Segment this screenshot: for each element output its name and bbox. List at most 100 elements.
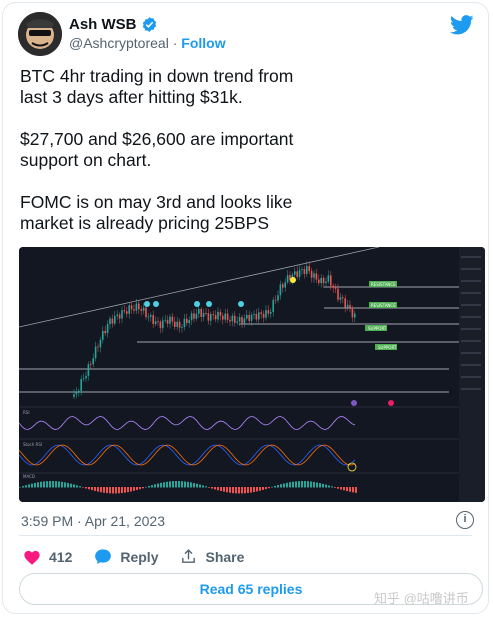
candle-body — [92, 358, 94, 365]
candle-body — [138, 303, 140, 310]
author-name[interactable]: Ash WSB — [69, 16, 137, 33]
macd-bar — [49, 481, 51, 488]
macd-bar — [70, 483, 72, 488]
candle-body — [75, 391, 78, 395]
candle-body — [286, 275, 289, 283]
candle-body — [152, 315, 154, 325]
candle-body — [277, 295, 279, 301]
macd-bar — [250, 487, 252, 493]
macd-bar — [283, 483, 285, 488]
candle-body — [171, 316, 174, 322]
macd-bar — [262, 487, 264, 490]
macd-bar — [271, 486, 273, 488]
macd-bar — [196, 483, 198, 488]
macd-bar — [259, 487, 261, 491]
macd-bar — [139, 487, 141, 490]
candle-body — [186, 318, 188, 324]
candle-body — [322, 277, 325, 284]
macd-bar — [301, 481, 303, 488]
macd-bar — [19, 487, 21, 488]
candle-body — [258, 312, 260, 320]
twitter-bird-icon[interactable] — [450, 15, 474, 35]
macd-bar — [325, 484, 327, 488]
macd-bar — [160, 482, 162, 488]
tweet-text: BTC 4hr trading in down trend from last … — [20, 66, 320, 255]
candle-body — [303, 269, 306, 274]
chart-image[interactable]: RESISTANCE RESISTANCE SUPPORT SUPPORT RS… — [19, 247, 485, 502]
candle-body — [82, 378, 85, 380]
candle-body — [73, 394, 75, 397]
candle-body — [260, 312, 262, 314]
candle-body — [97, 346, 99, 348]
trading-chart-graphic: RESISTANCE RESISTANCE SUPPORT SUPPORT RS… — [19, 247, 485, 502]
macd-bar — [52, 481, 54, 488]
candle-body — [200, 308, 202, 317]
macd-bar — [79, 486, 81, 488]
macd-bar — [295, 481, 297, 488]
candle-body — [214, 315, 217, 320]
author-handle[interactable]: @Ashcryptoreal — [69, 35, 169, 51]
candle-body — [121, 310, 123, 319]
follow-button[interactable]: Follow — [181, 35, 225, 51]
macd-bar — [178, 481, 180, 488]
candle-body — [217, 311, 219, 320]
candle-body — [188, 320, 190, 324]
macd-bar — [61, 481, 63, 488]
macd-bar — [199, 484, 201, 488]
candle-body — [106, 324, 109, 334]
candle-body — [123, 310, 126, 312]
candle-body — [315, 273, 318, 280]
macd-bar — [28, 484, 30, 488]
candle-body — [109, 318, 111, 325]
reply-button[interactable]: Reply — [94, 548, 158, 565]
candle-body — [284, 282, 286, 288]
info-icon[interactable]: i — [456, 511, 474, 529]
macd-bar — [292, 481, 294, 488]
candle-body — [229, 319, 231, 322]
macd-bar — [355, 487, 357, 493]
macd-bar — [142, 487, 144, 489]
macd-bar — [82, 487, 84, 488]
candle-body — [296, 271, 298, 277]
reply-label: Reply — [120, 548, 159, 565]
candle-body — [313, 273, 315, 278]
macd-bar — [253, 487, 255, 493]
candle-body — [272, 299, 274, 312]
macd-bar — [130, 487, 132, 492]
candle-body — [351, 308, 354, 318]
handle-separator: · — [172, 35, 178, 51]
candle-body — [282, 284, 284, 288]
macd-bar — [247, 487, 249, 494]
candle-body — [102, 330, 104, 340]
macd-bar — [277, 485, 279, 488]
candle-body — [142, 307, 145, 311]
macd-bar — [181, 481, 183, 488]
like-button[interactable]: 412 — [23, 549, 72, 565]
candle-body — [85, 375, 87, 379]
macd-bar — [124, 487, 126, 493]
candle-body — [342, 297, 344, 299]
candle-body — [332, 285, 334, 288]
candle-body — [190, 313, 193, 321]
avatar[interactable] — [18, 12, 62, 56]
macd-bar — [187, 481, 189, 488]
candle-body — [162, 320, 164, 329]
share-button[interactable]: Share — [180, 548, 244, 565]
macd-bar — [163, 482, 165, 488]
candle-body — [202, 312, 205, 317]
macd-bar — [55, 481, 57, 488]
candle-body — [253, 314, 255, 315]
macd-bar — [322, 483, 324, 488]
tweet-timestamp[interactable]: 3:59 PM · Apr 21, 2023 — [21, 513, 165, 529]
candle-body — [325, 281, 327, 284]
macd-bar — [328, 485, 330, 488]
heart-icon — [24, 550, 40, 565]
macd-bar — [346, 487, 348, 492]
candle-body — [116, 314, 118, 317]
macd-bar — [226, 487, 228, 493]
macd-bar — [244, 487, 246, 494]
share-label: Share — [205, 548, 245, 565]
macd-bar — [268, 487, 270, 489]
macd-bar — [205, 486, 207, 488]
macd-bar — [352, 487, 354, 493]
